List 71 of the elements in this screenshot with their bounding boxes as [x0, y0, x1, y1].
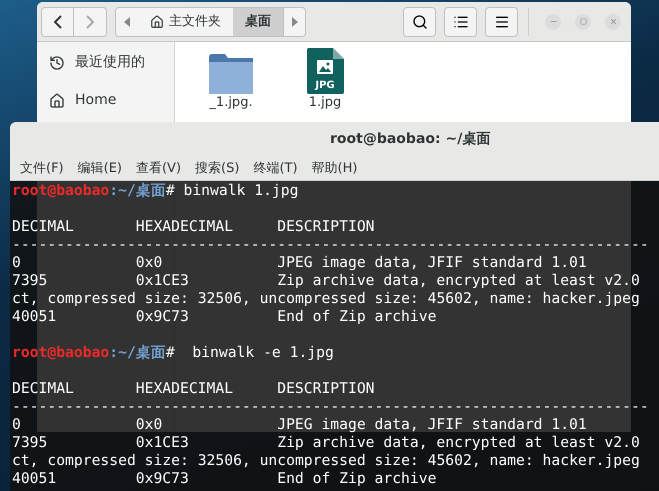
prompt-path: :~/桌面 — [109, 182, 166, 200]
maximize-button[interactable] — [575, 14, 591, 30]
output-cell: End of Zip archive — [277, 470, 436, 488]
sidebar-item[interactable]: Home — [49, 90, 174, 111]
output-cell-text: 0x0 — [136, 254, 164, 272]
close-button[interactable] — [605, 14, 621, 30]
column-header: DECIMAL — [12, 218, 75, 236]
triangle-right-icon — [292, 16, 298, 26]
output-cell-text: 0x1CE3 — [136, 272, 190, 290]
column-header: DESCRIPTION — [277, 218, 375, 236]
dashed-rule: ------------------------------------------------------------------------ — [12, 398, 649, 416]
menu-item[interactable]: 编辑(E) — [78, 158, 122, 178]
search-button[interactable] — [403, 6, 436, 36]
file-item[interactable]: _1.jpg. — [205, 48, 257, 110]
maximize-icon — [580, 18, 586, 25]
search-icon — [412, 14, 428, 30]
path-button[interactable]: 桌面 — [233, 8, 283, 36]
column-header: DECIMAL — [12, 380, 75, 398]
triangle-left-icon — [124, 16, 130, 26]
output-cell-text: 0x9C73 — [136, 308, 190, 326]
prompt-symbol: # — [166, 182, 175, 200]
minimize-button[interactable] — [545, 14, 561, 30]
menu-item[interactable]: 搜索(S) — [195, 158, 240, 178]
prompt-user: root@baobao — [12, 182, 110, 200]
menu-button[interactable] — [485, 6, 518, 36]
output-cell: JPEG image data, JFIF standard 1.01 — [277, 416, 587, 434]
file-name: 1.jpg — [308, 95, 342, 110]
menu-icon — [494, 14, 510, 30]
command-text: binwalk 1.jpg — [182, 182, 298, 200]
output-cell-text: 7395 — [12, 434, 48, 452]
column-header: HEXADECIMAL — [136, 218, 234, 236]
list-view-icon — [452, 14, 468, 30]
output-cell: End of Zip archive — [277, 308, 436, 326]
output-cell: Zip archive data, encrypted at least v2.0 — [277, 272, 640, 290]
output-cell-text: 0 — [12, 416, 22, 434]
file-name: _1.jpg. — [209, 95, 253, 110]
menu-item[interactable]: 帮助(H) — [312, 158, 358, 178]
menu-item[interactable]: 查看(V) — [136, 158, 182, 178]
file-type-label: JPG — [314, 81, 336, 91]
prompt-path: :~/桌面 — [109, 344, 166, 362]
output-cell-text: 0x9C73 — [136, 470, 190, 488]
home-icon — [150, 14, 164, 28]
menu-item[interactable]: 终端(T) — [253, 158, 298, 178]
close-icon — [608, 17, 618, 26]
sidebar-item[interactable]: 最近使用的 — [49, 52, 174, 73]
command-text: binwalk -e 1.jpg — [191, 344, 334, 362]
folder-icon — [209, 54, 253, 94]
output-cell-text: 40051 — [12, 470, 58, 488]
prompt-user: root@baobao — [12, 344, 110, 362]
output-line: ct, compressed size: 32506, uncompressed size: 45602, name: hacker.jpeg — [12, 290, 640, 308]
column-header: DESCRIPTION — [277, 380, 375, 398]
home-icon — [49, 92, 65, 108]
file-item[interactable]: JPG 1.jpg — [299, 48, 351, 110]
output-cell-text: 0x1CE3 — [136, 434, 190, 452]
output-cell-text: 0x0 — [136, 416, 164, 434]
window-title: root@baobao: ~/桌面 — [330, 130, 490, 149]
output-cell-text: 7395 — [12, 272, 48, 290]
output-cell: JPEG image data, JFIF standard 1.01 — [277, 254, 587, 272]
clock-icon — [49, 54, 65, 70]
path-button[interactable]: 主文件夹 — [138, 8, 233, 36]
output-line: ct, compressed size: 32506, uncompressed size: 45602, name: hacker.jpeg — [12, 452, 640, 470]
prompt-symbol: # — [166, 344, 175, 362]
column-header: HEXADECIMAL — [136, 380, 234, 398]
image-file-icon — [306, 48, 344, 94]
output-cell-text: 0 — [12, 254, 22, 272]
menu-item[interactable]: 文件(F) — [20, 158, 64, 178]
output-cell: Zip archive data, encrypted at least v2.0 — [277, 434, 640, 452]
view-toggle-button[interactable] — [444, 6, 477, 36]
back-button[interactable] — [41, 6, 74, 36]
dashed-rule: ------------------------------------------------------------------------ — [12, 236, 649, 254]
output-cell-text: 40051 — [12, 308, 58, 326]
